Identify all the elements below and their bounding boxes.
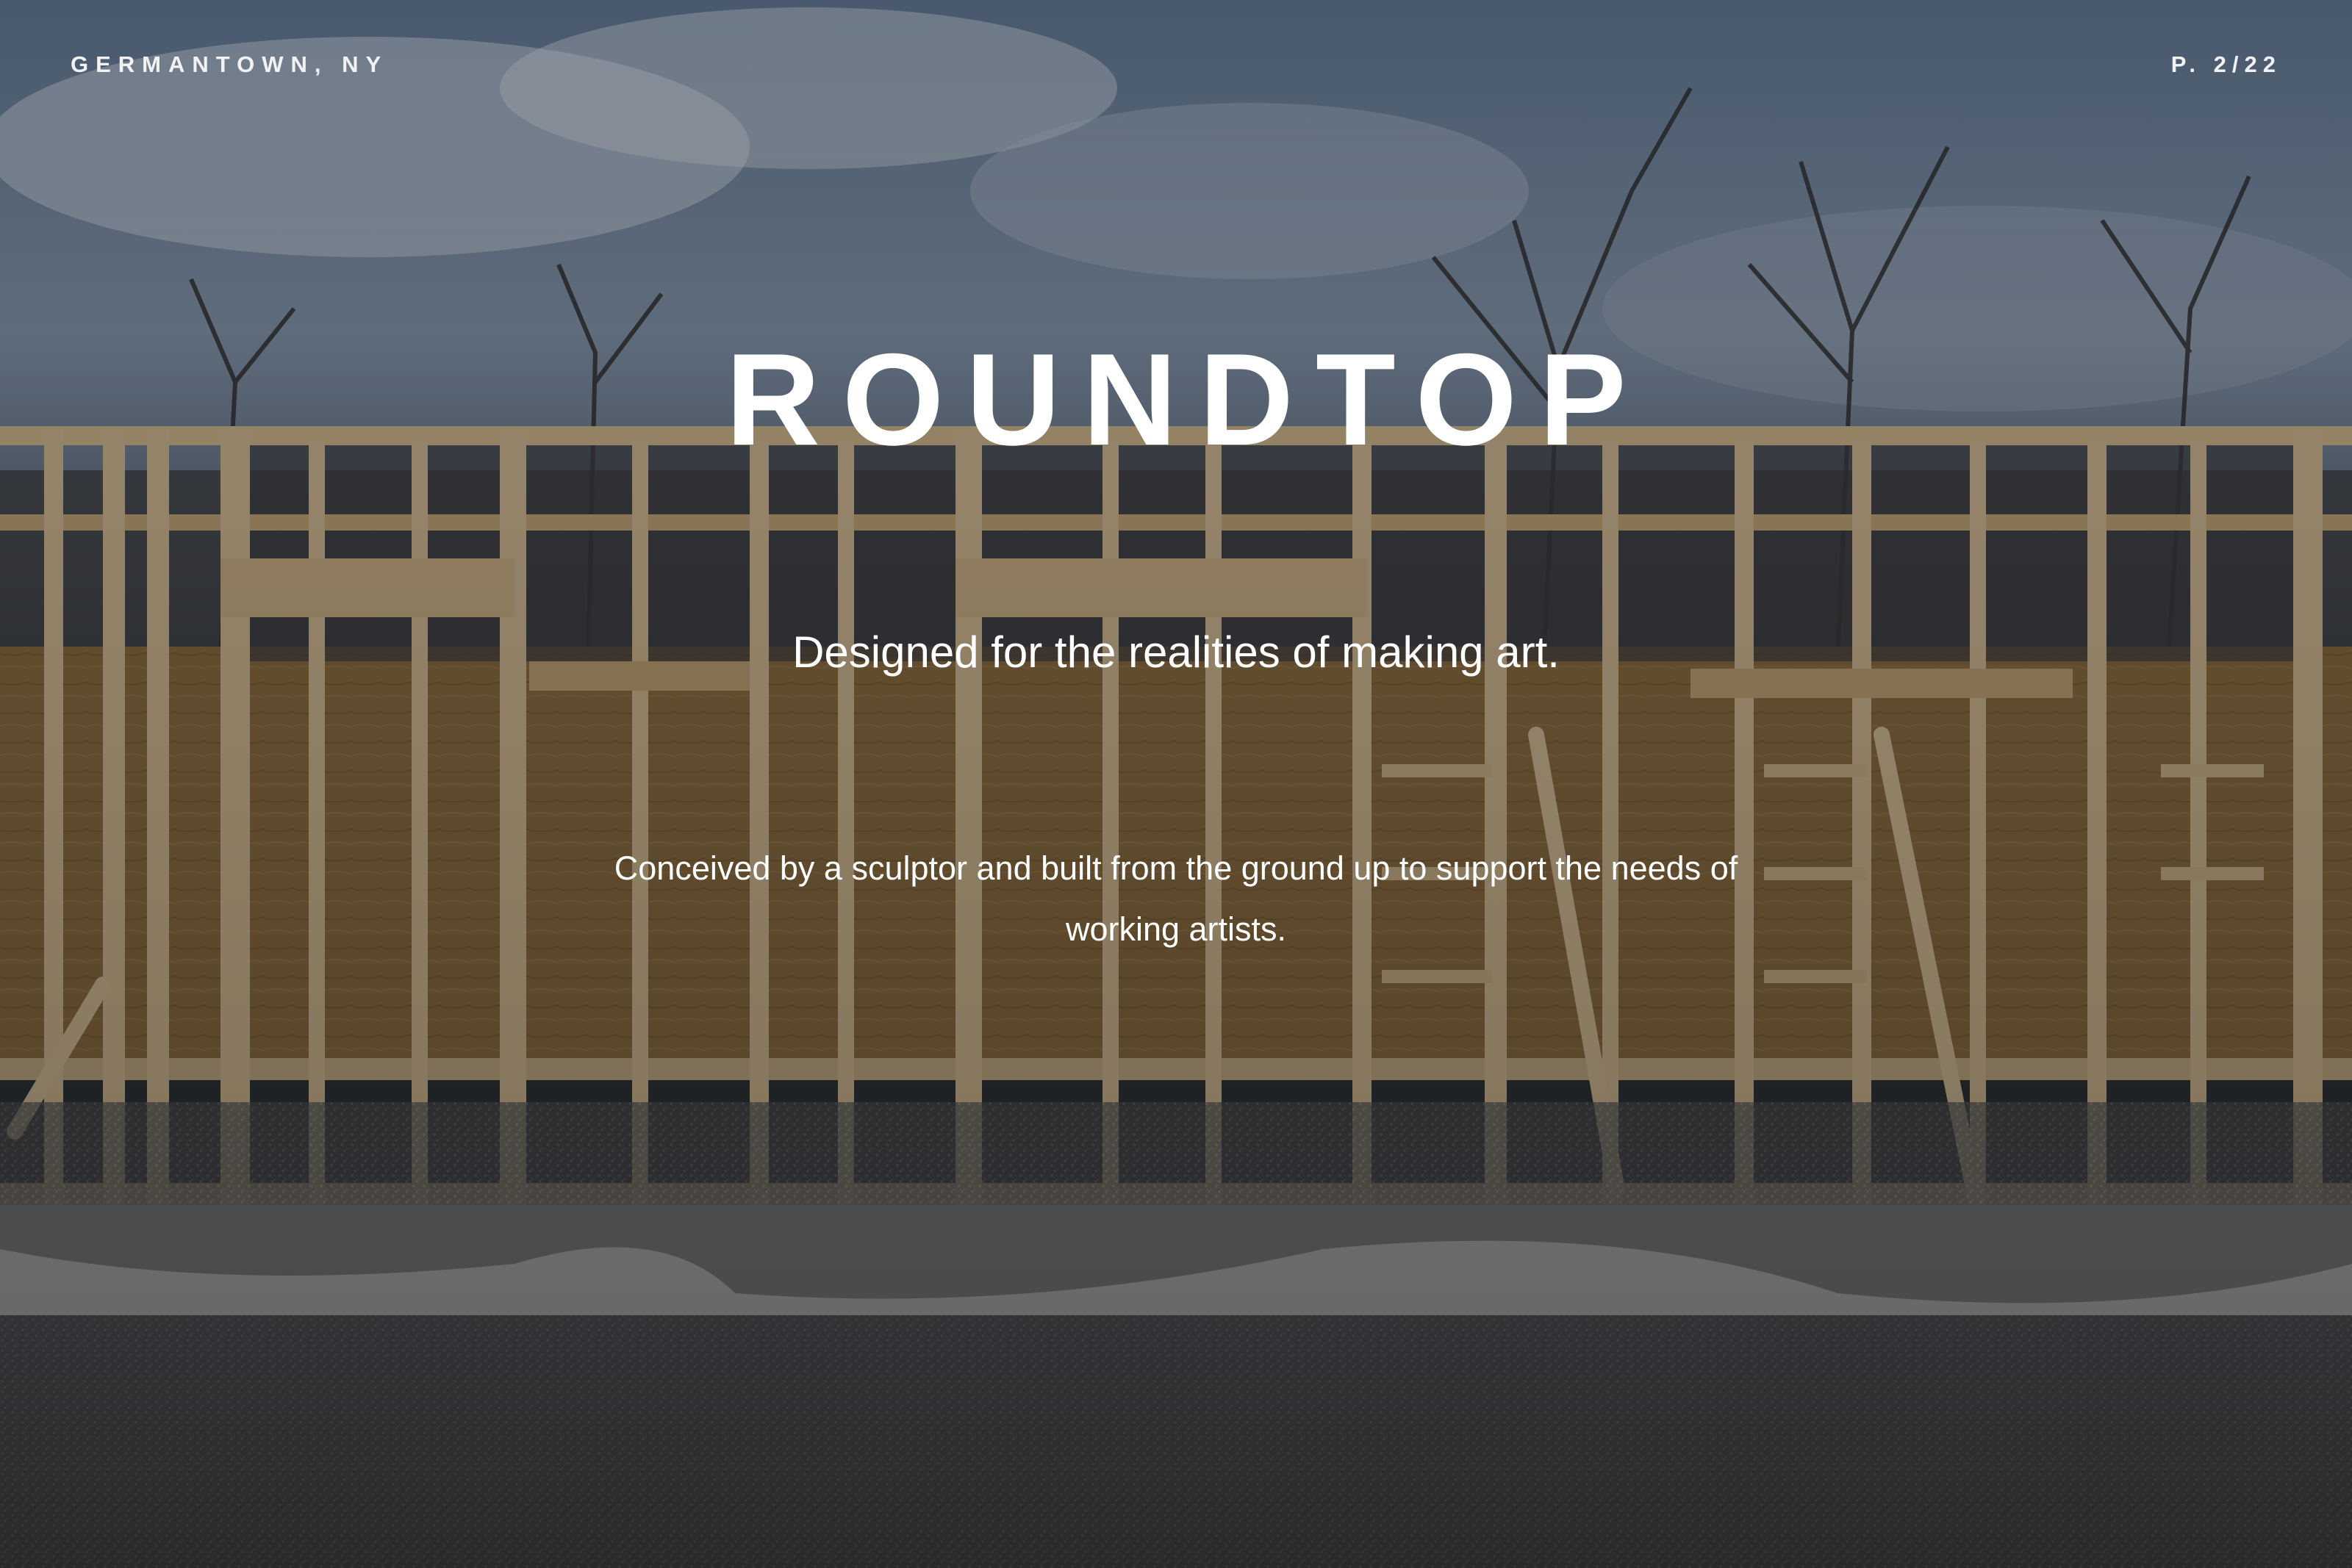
hero-subtitle: Designed for the realities of making art… <box>792 627 1560 677</box>
hero-description: Conceived by a sculptor and built from t… <box>614 849 1738 948</box>
dark-overlay <box>0 0 2352 1568</box>
slide: GERMANTOWN, NY P. 2/22 ROUNDTOP Designed… <box>0 0 2352 1568</box>
page-indicator: P. 2/22 <box>2170 51 2281 77</box>
location-label: GERMANTOWN, NY <box>71 51 389 77</box>
hero-title: ROUNDTOP <box>725 326 1649 472</box>
